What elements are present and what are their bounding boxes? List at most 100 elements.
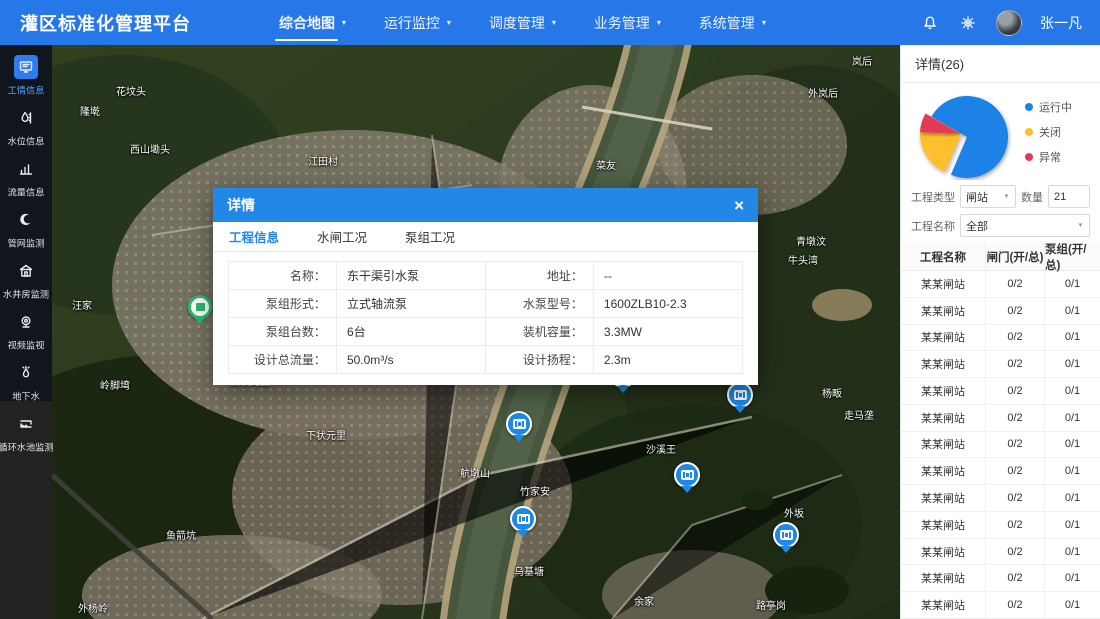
count-input[interactable] <box>1048 185 1090 208</box>
project-type-select[interactable]: 闸站 ▼ <box>960 185 1016 208</box>
recycle-pool-icon <box>14 412 38 436</box>
table-cell: 0/2 <box>985 405 1044 431</box>
legend-item-1[interactable]: 关闭 <box>1025 124 1072 140</box>
table-row[interactable]: 某某闸站0/20/1 <box>901 325 1100 352</box>
project-type-value: 闸站 <box>966 189 988 205</box>
table-cell: 0/2 <box>985 512 1044 538</box>
modal-tab-1[interactable]: 水闸工况 <box>317 227 367 246</box>
info-row: 泵组形式：立式轴流泵水泵型号：1600ZLB10-2.3 <box>229 290 743 318</box>
table-row[interactable]: 某某闸站0/20/1 <box>901 351 1100 378</box>
modal-tab-2[interactable]: 泵组工况 <box>405 227 455 246</box>
nav-item-2[interactable]: 调度管理▼ <box>489 0 558 45</box>
sidebar-item-2[interactable]: 流量信息 <box>0 157 52 199</box>
sidebar-item-4[interactable]: 水井房监测 <box>0 259 52 301</box>
table-header-row: 工程名称闸门(开/总)泵组(开/总) <box>901 243 1100 271</box>
sluice-gate-icon <box>780 530 793 540</box>
main-nav: 综合地图▼运行监控▼调度管理▼业务管理▼系统管理▼ <box>279 0 768 45</box>
project-info-table: 名称：东干渠引水泵地址：--泵组形式：立式轴流泵水泵型号：1600ZLB10-2… <box>228 261 743 374</box>
topbar-actions: 张一凡 <box>920 10 1082 36</box>
table-cell: 0/2 <box>985 298 1044 324</box>
table-cell: 0/2 <box>985 378 1044 404</box>
sidebar-item-1[interactable]: 水位信息 <box>0 106 52 148</box>
table-row[interactable]: 某某闸站0/20/1 <box>901 432 1100 459</box>
legend-label: 关闭 <box>1039 124 1061 140</box>
nav-item-0[interactable]: 综合地图▼ <box>279 0 348 45</box>
column-header: 闸门(开/总) <box>985 243 1044 270</box>
sidebar-item-label: 工情信息 <box>8 83 45 97</box>
table-cell: 0/1 <box>1044 351 1100 377</box>
gate-station-marker[interactable] <box>727 382 753 419</box>
nav-label: 运行监控 <box>384 13 440 33</box>
nav-item-1[interactable]: 运行监控 ▼ <box>384 0 453 45</box>
table-cell: 0/1 <box>1044 405 1100 431</box>
groundwater-icon <box>14 361 38 385</box>
detail-modal: 详情 × 工程信息 水闸工况 泵组工况 名称：东干渠引水泵地址：--泵组形式：立式轴… <box>213 188 758 385</box>
table-row[interactable]: 某某闸站0/20/1 <box>901 592 1100 619</box>
project-name-select[interactable]: 全部 ▼ <box>960 214 1090 237</box>
user-name[interactable]: 张一凡 <box>1040 13 1082 33</box>
sidebar-item-label: 视频监视 <box>8 338 45 352</box>
field-label: 设计扬程： <box>485 346 593 374</box>
bell-icon[interactable] <box>920 13 940 33</box>
table-cell: 0/2 <box>985 458 1044 484</box>
gate-station-marker[interactable] <box>506 411 532 448</box>
sluice-gate-icon <box>681 470 694 480</box>
modal-tab-0[interactable]: 工程信息 <box>229 227 279 246</box>
table-row[interactable]: 某某闸站0/20/1 <box>901 378 1100 405</box>
table-row[interactable]: 某某闸站0/20/1 <box>901 565 1100 592</box>
table-row[interactable]: 某某闸站0/20/1 <box>901 298 1100 325</box>
gear-icon[interactable] <box>958 13 978 33</box>
sidebar-item-7[interactable]: 循环水池监测 <box>0 412 52 454</box>
legend-label: 运行中 <box>1039 99 1072 115</box>
left-sidebar: 工情信息水位信息流量信息管网监测水井房监测视频监视地下水循环水池监测 <box>0 45 52 401</box>
table-row[interactable]: 某某闸站0/20/1 <box>901 485 1100 512</box>
table-cell: 某某闸站 <box>901 405 985 431</box>
table-cell: 0/2 <box>985 351 1044 377</box>
gate-station-marker[interactable] <box>674 462 700 499</box>
legend-item-0[interactable]: 运行中 <box>1025 99 1072 115</box>
panel-title: 详情(26) <box>901 45 1100 83</box>
station-table: 工程名称闸门(开/总)泵组(开/总)某某闸站0/20/1某某闸站0/20/1某某… <box>901 243 1100 619</box>
sidebar-item-0[interactable]: 工情信息 <box>0 55 52 97</box>
field-label: 设计总流量： <box>229 346 337 374</box>
caret-down-icon: ▼ <box>760 18 767 26</box>
table-cell: 某某闸站 <box>901 565 985 591</box>
well-station-marker[interactable] <box>188 295 212 330</box>
table-row[interactable]: 某某闸站0/20/1 <box>901 458 1100 485</box>
legend-item-2[interactable]: 异常 <box>1025 149 1072 165</box>
table-row[interactable]: 某某闸站0/20/1 <box>901 539 1100 566</box>
table-cell: 某某闸站 <box>901 298 985 324</box>
table-cell: 0/1 <box>1044 485 1100 511</box>
gate-station-marker[interactable] <box>510 506 536 543</box>
field-label: 水泵型号： <box>485 290 593 318</box>
caret-down-icon: ▼ <box>1003 193 1009 199</box>
column-header: 工程名称 <box>901 243 985 270</box>
table-row[interactable]: 某某闸站0/20/1 <box>901 271 1100 298</box>
caret-down-icon: ▼ <box>445 18 452 26</box>
pump-glyph-icon <box>196 303 205 311</box>
nav-label: 综合地图 <box>279 13 335 33</box>
field-label: 地址： <box>485 262 593 290</box>
table-cell: 某某闸站 <box>901 485 985 511</box>
table-row[interactable]: 某某闸站0/20/1 <box>901 512 1100 539</box>
table-cell: 0/2 <box>985 271 1044 297</box>
water-level-icon <box>14 106 38 130</box>
table-cell: 0/2 <box>985 592 1044 618</box>
project-name-label: 工程名称 <box>911 218 955 234</box>
sidebar-item-6[interactable]: 地下水 <box>0 361 52 403</box>
table-row[interactable]: 某某闸站0/20/1 <box>901 405 1100 432</box>
user-avatar[interactable] <box>996 10 1022 36</box>
sluice-gate-icon <box>517 514 530 524</box>
close-icon[interactable]: × <box>734 197 744 214</box>
field-value: 立式轴流泵 <box>336 290 485 318</box>
nav-item-4[interactable]: 系统管理▼ <box>699 0 768 45</box>
nav-item-3[interactable]: 业务管理▼ <box>594 0 663 45</box>
count-label: 数量 <box>1021 189 1043 205</box>
sidebar-item-3[interactable]: 管网监测 <box>0 208 52 250</box>
sidebar-item-5[interactable]: 视频监视 <box>0 310 52 352</box>
modal-title: 详情 <box>227 195 255 215</box>
table-cell: 某某闸站 <box>901 325 985 351</box>
table-cell: 0/1 <box>1044 565 1100 591</box>
gate-station-marker[interactable] <box>773 522 799 559</box>
table-cell: 某某闸站 <box>901 539 985 565</box>
